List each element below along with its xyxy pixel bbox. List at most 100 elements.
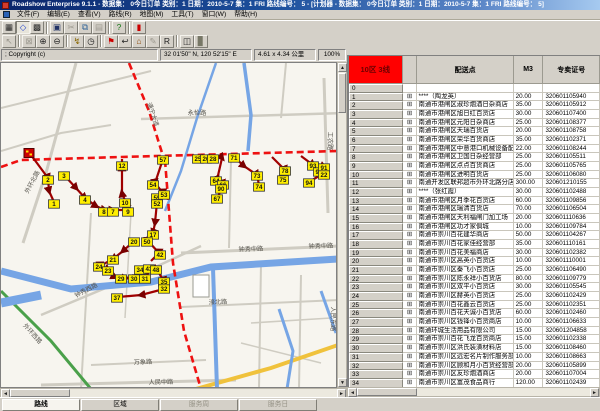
license-cell[interactable]: 320601110636	[543, 214, 600, 223]
table-row[interactable]: 17⊞南通市崇川百花建华商店50.00320601104267	[349, 231, 600, 240]
delivery-point-cell[interactable]: ****（陶龙英）	[417, 93, 513, 102]
row-number-cell[interactable]: 22	[349, 275, 403, 284]
report-icon[interactable]: R	[160, 35, 174, 48]
delivery-point-cell[interactable]: 南通市港闸区月季花百货店	[417, 197, 513, 206]
m3-cell[interactable]: 25.00	[514, 162, 544, 171]
delivery-point-cell[interactable]: 南通市港闸区中意港口机械设备配	[417, 145, 513, 154]
m3-cell[interactable]: 10.00	[514, 318, 544, 327]
license-cell[interactable]: 320601204858	[543, 327, 600, 336]
delivery-point-cell[interactable]: 南通市崇川区双平小百货店	[417, 283, 513, 292]
route-stop-marker[interactable]: 90	[216, 185, 227, 193]
route-stop-marker[interactable]: 1	[49, 200, 60, 208]
route-stop-marker[interactable]: 74	[254, 183, 265, 191]
delivery-point-cell[interactable]: 南通市港闸区卫国日杂经营部	[417, 153, 513, 162]
row-number-cell[interactable]: 17	[349, 231, 403, 240]
route-stop-marker[interactable]: 20	[129, 238, 140, 246]
m3-cell[interactable]: 30.00	[514, 188, 544, 197]
expand-toggle-icon[interactable]: ⊞	[403, 127, 418, 136]
split-window-icon[interactable]: ◫	[180, 35, 194, 48]
table-horizontal-scrollbar[interactable]: ◄ ►	[347, 387, 600, 397]
table-row[interactable]: 0	[349, 84, 600, 93]
m3-cell[interactable]: 25.00	[514, 153, 544, 162]
expand-toggle-icon[interactable]: ⊞	[403, 231, 418, 240]
license-cell[interactable]: 320601102429	[543, 292, 600, 301]
route-stop-marker[interactable]: 31	[140, 275, 151, 283]
route-stop-marker[interactable]: 3	[59, 172, 70, 180]
table-row[interactable]: 5⊞南通市港闸区天瑞百货店20.00320601108758	[349, 127, 600, 136]
license-cell[interactable]	[543, 84, 600, 93]
route-stop-marker[interactable]: 52	[152, 200, 163, 208]
license-cell[interactable]: 320601106490	[543, 266, 600, 275]
row-number-cell[interactable]: 4	[349, 119, 403, 128]
table-row[interactable]: 10⊞南通市港闸区进明百货店25.00320601106080	[349, 171, 600, 180]
license-cell[interactable]: 320601109784	[543, 223, 600, 232]
license-header[interactable]: 专卖证号	[543, 56, 600, 84]
m3-cell[interactable]: 20.00	[514, 214, 544, 223]
child-window-icon[interactable]	[3, 11, 10, 18]
expand-toggle-icon[interactable]: ⊞	[403, 197, 418, 206]
map-canvas[interactable]: 1234879101257545553521750204221242329303…	[0, 62, 337, 388]
tab-区域[interactable]: 区域	[81, 399, 159, 411]
delivery-point-cell[interactable]: 南通市港闸区淑珍烟酒日杂商店	[417, 101, 513, 110]
table-row[interactable]: 16⊞南通市港闸区功才家俱城10.00320601109784	[349, 223, 600, 232]
license-cell[interactable]: 320601105765	[543, 162, 600, 171]
route-stop-marker[interactable]: 73	[252, 172, 263, 180]
m3-cell[interactable]: 120.00	[514, 379, 544, 387]
license-cell[interactable]: 320601107400	[543, 110, 600, 119]
m3-cell[interactable]: 25.00	[514, 292, 544, 301]
expand-toggle-icon[interactable]: ⊞	[403, 214, 418, 223]
route-stop-marker[interactable]: 50	[142, 238, 153, 246]
m3-cell[interactable]: 10.00	[514, 223, 544, 232]
uturn-icon[interactable]: ↩	[118, 35, 132, 48]
license-cell[interactable]: 320601106504	[543, 205, 600, 214]
expand-toggle-icon[interactable]: ⊞	[403, 153, 418, 162]
vertical-scroll-thumb[interactable]	[338, 73, 346, 113]
menu-item-3[interactable]: 路线(R)	[105, 10, 136, 19]
table-row[interactable]: 21⊞南通市崇川区秦飞小百货店25.00320601106490	[349, 266, 600, 275]
license-cell[interactable]: 320601105899	[543, 362, 600, 371]
menu-item-6[interactable]: 窗口(W)	[198, 10, 231, 19]
delivery-point-cell[interactable]: 南通市崇川百花飞龙百货商店	[417, 335, 513, 344]
delivery-point-cell[interactable]: 南通市港闸区荣华百货商店	[417, 136, 513, 145]
delivery-point-cell[interactable]: 南通市崇川百花美福商店	[417, 249, 513, 258]
row-number-cell[interactable]: 21	[349, 266, 403, 275]
delivery-point-cell[interactable]	[417, 84, 513, 93]
row-number-cell[interactable]: 14	[349, 205, 403, 214]
route-stop-marker[interactable]: 57	[158, 156, 169, 164]
license-cell[interactable]: 320601108377	[543, 119, 600, 128]
route-stop-marker[interactable]: 12	[117, 162, 128, 170]
delivery-point-cell[interactable]: 南通市港闸区旭日红百货店	[417, 110, 513, 119]
route-stop-marker[interactable]: 54	[148, 181, 159, 189]
delivery-point-cell[interactable]: 南通开发区联邦超市外环北路分店	[417, 179, 513, 188]
m3-cell[interactable]: 10.00	[514, 353, 544, 362]
expand-toggle-icon[interactable]: ⊞	[403, 179, 418, 188]
table-row[interactable]: 11⊞南通开发区联邦超市外环北路分店300.00320601210155	[349, 179, 600, 188]
menu-item-4[interactable]: 地图(M)	[136, 10, 168, 19]
zoom-in-icon[interactable]: ⊕	[36, 35, 50, 48]
delivery-point-cell[interactable]: ****（张红霞）	[417, 188, 513, 197]
menu-item-2[interactable]: 查看(V)	[74, 10, 105, 19]
expand-toggle-icon[interactable]: ⊞	[403, 93, 418, 102]
license-cell[interactable]: 320601102460	[543, 309, 600, 318]
row-number-cell[interactable]: 13	[349, 197, 403, 206]
m3-cell[interactable]: 10.00	[514, 257, 544, 266]
route-stop-marker[interactable]: 78	[280, 167, 291, 175]
expand-toggle-icon[interactable]: ⊞	[403, 110, 418, 119]
expand-toggle-icon[interactable]: ⊞	[403, 136, 418, 145]
m3-cell[interactable]: 60.00	[514, 309, 544, 318]
delivery-point-cell[interactable]: 南通市崇川百花鑫云百货店	[417, 301, 513, 310]
table-row[interactable]: 24⊞南通市崇川区赫英小百货店25.00320601102429	[349, 292, 600, 301]
table-row[interactable]: 3⊞南通市港闸区旭日红百货店30.00320601107400	[349, 110, 600, 119]
row-number-cell[interactable]: 12	[349, 188, 403, 197]
scroll-down-icon[interactable]: ▼	[338, 378, 347, 387]
grid-view-icon[interactable]: ▩	[30, 21, 44, 34]
row-number-cell[interactable]: 7	[349, 145, 403, 154]
zoom-out-icon[interactable]: ⊖	[50, 35, 64, 48]
m3-cell[interactable]: 50.00	[514, 231, 544, 240]
expand-toggle-icon[interactable]: ⊞	[403, 223, 418, 232]
table-row[interactable]: 14⊞南通市港闸区瑞清百货店70.00320601106504	[349, 205, 600, 214]
delivery-point-cell[interactable]: 南通市港闸区元阳日杂商店	[417, 119, 513, 128]
expand-toggle-icon[interactable]: ⊞	[403, 275, 418, 284]
m3-cell[interactable]: 30.00	[514, 249, 544, 258]
row-number-cell[interactable]: 25	[349, 301, 403, 310]
